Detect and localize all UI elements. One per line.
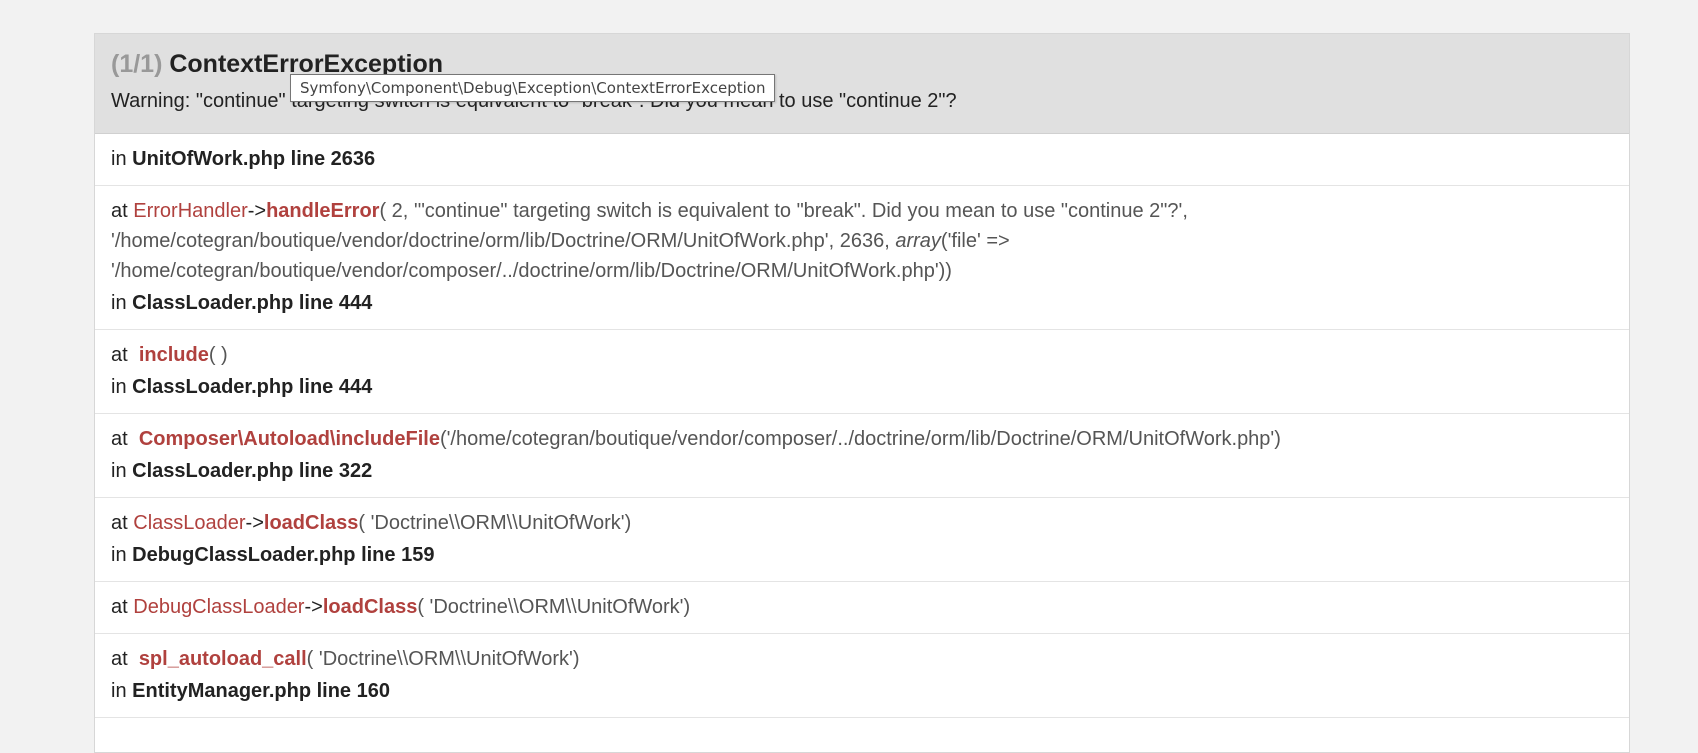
trace-row: at Composer\Autoload\includeFile('/home/… <box>95 414 1629 498</box>
trace-row: in UnitOfWork.php line 2636 <box>95 134 1629 186</box>
trace-function: loadClass <box>263 512 359 534</box>
trace-call: at spl_autoload_call( 'Doctrine\\ORM\\Un… <box>111 648 580 670</box>
trace-location: in EntityManager.php line 160 <box>111 680 390 702</box>
trace-call: at Composer\Autoload\includeFile('/home/… <box>111 428 1281 450</box>
trace-call: at ClassLoader->loadClass( 'Doctrine\\OR… <box>111 512 632 534</box>
trace-row: at DebugClassLoader->loadClass( 'Doctrin… <box>95 582 1629 634</box>
trace-file: ClassLoader.php line 444 <box>132 292 373 314</box>
trace-row: at spl_autoload_call( 'Doctrine\\ORM\\Un… <box>95 634 1629 718</box>
trace-location: in ClassLoader.php line 322 <box>111 460 373 482</box>
trace-args: ('/home/cotegran/boutique/vendor/compose… <box>439 428 1281 450</box>
trace-args-continued: '/home/cotegran/boutique/vendor/composer… <box>111 260 952 282</box>
trace-file: ClassLoader.php line 444 <box>132 376 373 398</box>
trace-row: at include( ) in ClassLoader.php line 44… <box>95 330 1629 414</box>
trace-location: in DebugClassLoader.php line 159 <box>111 544 435 566</box>
trace-call: at ErrorHandler->handleError( 2, '"conti… <box>111 200 1188 222</box>
trace-class[interactable]: ClassLoader <box>133 512 245 534</box>
trace-class[interactable]: DebugClassLoader <box>133 596 304 618</box>
trace-call: at include( ) <box>111 344 228 366</box>
class-name-tooltip: Symfony\Component\Debug\Exception\Contex… <box>290 74 776 102</box>
trace-class[interactable]: ErrorHandler <box>133 200 247 222</box>
trace-function: loadClass <box>322 596 418 618</box>
array-keyword: array <box>895 230 941 252</box>
trace-location: in ClassLoader.php line 444 <box>111 376 373 398</box>
exception-count: (1/1) <box>111 50 163 78</box>
trace-call: at DebugClassLoader->loadClass( 'Doctrin… <box>111 596 691 618</box>
trace-args: ( ) <box>208 344 228 366</box>
trace-args: ( 'Doctrine\\ORM\\UnitOfWork') <box>417 596 691 618</box>
trace-row: at ClassLoader->loadClass( 'Doctrine\\OR… <box>95 498 1629 582</box>
trace-function: include <box>138 344 209 366</box>
trace-args: ( 2, '"continue" targeting switch is equ… <box>379 200 1188 222</box>
trace-file: DebugClassLoader.php line 159 <box>132 544 435 566</box>
trace-args: ( 'Doctrine\\ORM\\UnitOfWork') <box>358 512 632 534</box>
trace-row: at ErrorHandler->handleError( 2, '"conti… <box>95 186 1629 330</box>
trace-location: in UnitOfWork.php line 2636 <box>111 148 376 170</box>
trace-args-continued: '/home/cotegran/boutique/vendor/doctrine… <box>111 230 1010 252</box>
trace-file: UnitOfWork.php line 2636 <box>132 148 376 170</box>
trace-function: Composer\Autoload\includeFile <box>138 428 440 450</box>
exception-panel: (1/1) ContextErrorException Warning: "co… <box>94 33 1630 753</box>
trace-location: in ClassLoader.php line 444 <box>111 292 373 314</box>
trace-args: ( 'Doctrine\\ORM\\UnitOfWork') <box>306 648 580 670</box>
trace-function: handleError <box>266 200 380 222</box>
trace-function: spl_autoload_call <box>138 648 307 670</box>
trace-file: EntityManager.php line 160 <box>132 680 390 702</box>
trace-file: ClassLoader.php line 322 <box>132 460 373 482</box>
